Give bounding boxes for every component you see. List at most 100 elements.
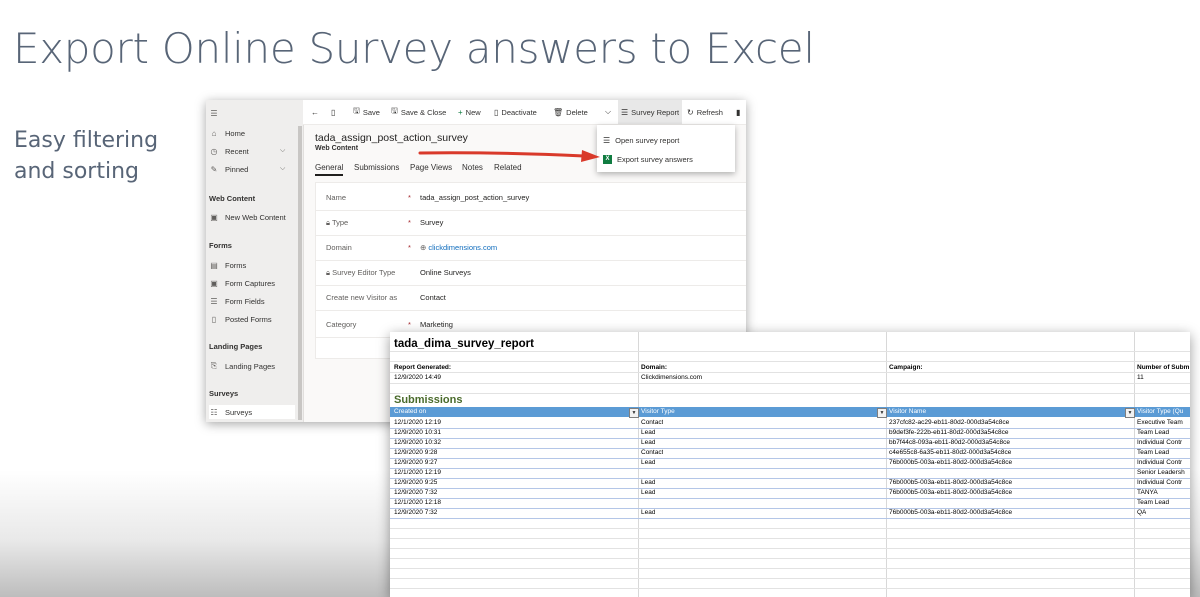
table-cell[interactable]: Individual Contr bbox=[1137, 459, 1182, 466]
record-set-button[interactable]: ▯ bbox=[331, 100, 335, 124]
row-divider bbox=[390, 578, 1190, 579]
refresh-button[interactable]: ↻ Refresh bbox=[687, 100, 723, 124]
table-cell[interactable]: Team Lead bbox=[1137, 429, 1169, 436]
field-domain[interactable]: Domain * ⊕ clickdimensions.com bbox=[316, 235, 746, 261]
sidebar-section-web-content: Web Content bbox=[209, 194, 256, 203]
new-button[interactable]: + New bbox=[458, 100, 481, 124]
column-header-visitor-type-question[interactable]: Visitor Type (Qu bbox=[1137, 408, 1183, 415]
table-cell[interactable]: 76b000b5-003a-eb11-80d2-000d3a54c8ce bbox=[889, 479, 1012, 486]
table-cell[interactable]: bb7f44c8-093a-eb11-80d2-000d3a54c8ce bbox=[889, 439, 1010, 446]
filter-dropdown-icon[interactable]: ▼ bbox=[629, 408, 639, 418]
field-name[interactable]: Name * tada_assign_post_action_survey bbox=[316, 185, 746, 211]
sidebar-item-landing-pages[interactable]: ⎘ Landing Pages bbox=[209, 359, 275, 373]
field-value[interactable]: Marketing bbox=[420, 320, 453, 329]
command-bar: ← ▯ 🖫 Save 🖫 Save & Close + New ▯ Deacti… bbox=[303, 100, 746, 125]
table-cell[interactable]: 237cfc82-ac29-eb11-80d2-000d3a54c8ce bbox=[889, 419, 1009, 426]
table-cell[interactable]: 12/9/2020 9:25 bbox=[394, 479, 437, 486]
sidebar-item-label: Surveys bbox=[225, 407, 253, 417]
column-header-visitor-name[interactable]: Visitor Name bbox=[889, 408, 926, 415]
table-cell[interactable]: Team Lead bbox=[1137, 449, 1169, 456]
table-cell[interactable]: Senior Leadersh bbox=[1137, 469, 1185, 476]
form-icon: ▤ bbox=[210, 260, 218, 270]
field-value[interactable]: Contact bbox=[420, 293, 446, 302]
row-divider bbox=[390, 538, 1190, 539]
table-cell[interactable]: Individual Contr bbox=[1137, 439, 1182, 446]
domain-lookup[interactable]: ⊕ clickdimensions.com bbox=[420, 243, 497, 252]
sidebar-item-forms[interactable]: ▤ Forms bbox=[209, 258, 246, 272]
sidebar-item-pinned[interactable]: ✎ Pinned bbox=[209, 162, 249, 176]
overflow-chevron[interactable]: ⌵ bbox=[605, 100, 611, 124]
table-cell[interactable]: Individual Contr bbox=[1137, 479, 1182, 486]
menu-item-label: Export survey answers bbox=[617, 154, 693, 164]
save-close-icon: 🖫 bbox=[391, 106, 398, 115]
sidebar-item-form-captures[interactable]: ▣ Form Captures bbox=[209, 276, 275, 290]
sidebar-item-home[interactable]: ⌂ Home bbox=[209, 126, 245, 140]
open-survey-report-item[interactable]: ☰ Open survey report bbox=[603, 133, 679, 147]
tab-page-views[interactable]: Page Views bbox=[410, 163, 452, 172]
sidebar-item-new-web-content[interactable]: ▣ New Web Content bbox=[209, 210, 286, 224]
sidebar-item-recent[interactable]: ◷ Recent bbox=[209, 144, 249, 158]
table-cell[interactable]: 12/9/2020 7:32 bbox=[394, 509, 437, 516]
field-label: Category bbox=[326, 320, 357, 329]
hamburger-icon: ☰ bbox=[210, 108, 218, 118]
save-close-button[interactable]: 🖫 Save & Close bbox=[391, 100, 446, 124]
required-marker: * bbox=[408, 218, 411, 227]
table-cell[interactable]: Lead bbox=[641, 479, 655, 486]
table-cell[interactable]: 76b000b5-003a-eb11-80d2-000d3a54c8ce bbox=[889, 509, 1012, 516]
field-type[interactable]: 🔒︎ Type * Survey bbox=[316, 210, 746, 236]
table-cell[interactable]: Lead bbox=[641, 489, 655, 496]
table-cell[interactable]: b9def3fe-222b-eb11-80d2-000d3a54c8ce bbox=[889, 429, 1009, 436]
required-marker: * bbox=[408, 193, 411, 202]
domain-link[interactable]: clickdimensions.com bbox=[428, 243, 497, 252]
tab-related[interactable]: Related bbox=[494, 163, 522, 172]
table-cell[interactable]: Lead bbox=[641, 509, 655, 516]
delete-button[interactable]: 🗑 Delete bbox=[553, 100, 588, 124]
sidebar-item-surveys[interactable]: ☷ Surveys bbox=[209, 405, 295, 419]
column-header-visitor-type[interactable]: Visitor Type bbox=[641, 408, 675, 415]
filter-dropdown-icon[interactable]: ▼ bbox=[877, 408, 887, 418]
table-cell[interactable]: Team Lead bbox=[1137, 499, 1169, 506]
table-cell[interactable]: 12/9/2020 7:32 bbox=[394, 489, 437, 496]
tab-submissions[interactable]: Submissions bbox=[354, 163, 399, 172]
column-header-created-on[interactable]: Created on bbox=[394, 408, 426, 415]
chevron-down-icon[interactable]: ⌵ bbox=[280, 165, 285, 173]
table-cell[interactable]: Lead bbox=[641, 459, 655, 466]
field-survey-editor-type[interactable]: 🔒︎ Survey Editor Type Online Surveys bbox=[316, 260, 746, 286]
table-cell[interactable]: 12/9/2020 10:31 bbox=[394, 429, 441, 436]
table-cell[interactable]: c4e655c8-6a35-eb11-80d2-000d3a54c8ce bbox=[889, 449, 1011, 456]
table-cell[interactable]: Lead bbox=[641, 429, 655, 436]
table-cell[interactable]: 76b000b5-003a-eb11-80d2-000d3a54c8ce bbox=[889, 489, 1012, 496]
field-value[interactable]: tada_assign_post_action_survey bbox=[420, 193, 529, 202]
sidebar-item-posted-forms[interactable]: ▯ Posted Forms bbox=[209, 312, 272, 326]
table-cell[interactable]: Contact bbox=[641, 419, 663, 426]
table-cell[interactable]: 12/9/2020 9:27 bbox=[394, 459, 437, 466]
table-cell[interactable]: 12/1/2020 12:19 bbox=[394, 419, 441, 426]
more-commands[interactable]: ▮ bbox=[736, 100, 740, 124]
sidebar-item-form-fields[interactable]: ☰ Form Fields bbox=[209, 294, 264, 308]
table-cell[interactable]: 12/9/2020 10:32 bbox=[394, 439, 441, 446]
table-cell[interactable]: 12/1/2020 12:18 bbox=[394, 499, 441, 506]
filter-dropdown-icon[interactable]: ▼ bbox=[1125, 408, 1135, 418]
hamburger-menu[interactable]: ☰ bbox=[209, 106, 219, 120]
sidebar-section-surveys: Surveys bbox=[209, 389, 239, 398]
table-cell[interactable]: QA bbox=[1137, 509, 1146, 516]
back-button[interactable]: ← bbox=[311, 100, 319, 124]
tab-notes[interactable]: Notes bbox=[462, 163, 483, 172]
deactivate-button[interactable]: ▯ Deactivate bbox=[494, 100, 537, 124]
table-cell[interactable]: 12/9/2020 9:28 bbox=[394, 449, 437, 456]
tab-general[interactable]: General bbox=[315, 163, 344, 176]
save-button[interactable]: 🖫 Save bbox=[353, 100, 380, 124]
table-cell[interactable]: Lead bbox=[641, 439, 655, 446]
chevron-down-icon[interactable]: ⌵ bbox=[280, 147, 285, 155]
table-cell[interactable]: TANYA bbox=[1137, 489, 1158, 496]
field-create-new-visitor-as[interactable]: Create new Visitor as Contact bbox=[316, 285, 746, 311]
table-cell[interactable]: Contact bbox=[641, 449, 663, 456]
table-cell[interactable]: Executive Team bbox=[1137, 419, 1183, 426]
sidebar-scrollbar[interactable] bbox=[298, 126, 302, 420]
export-survey-answers-item[interactable]: X Export survey answers bbox=[603, 152, 693, 166]
survey-icon: ☷ bbox=[210, 407, 218, 417]
table-cell[interactable]: 12/1/2020 12:19 bbox=[394, 469, 441, 476]
table-row[interactable]: 12/9/2020 7:32 Lead 76b000b5-003a-eb11-80d… bbox=[390, 508, 1190, 519]
table-cell[interactable]: 76b000b5-003a-eb11-80d2-000d3a54c8ce bbox=[889, 459, 1012, 466]
survey-report-button[interactable]: ☰ Survey Report bbox=[618, 100, 683, 124]
